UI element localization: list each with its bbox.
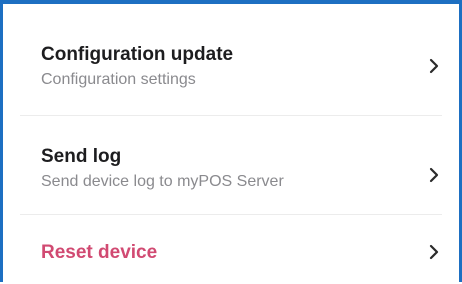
send-log-item[interactable]: Send log Send device log to myPOS Server bbox=[6, 115, 456, 214]
chevron-right-icon bbox=[428, 244, 440, 260]
settings-list: Configuration update Configuration setti… bbox=[6, 8, 456, 284]
configuration-update-subtitle: Configuration settings bbox=[41, 71, 196, 88]
send-log-subtitle: Send device log to myPOS Server bbox=[41, 173, 284, 190]
settings-panel: Configuration update Configuration setti… bbox=[0, 0, 462, 282]
chevron-right-icon bbox=[428, 167, 440, 183]
reset-device-title: Reset device bbox=[41, 242, 158, 263]
send-log-title: Send log bbox=[41, 146, 122, 167]
configuration-update-item[interactable]: Configuration update Configuration setti… bbox=[6, 8, 456, 115]
chevron-right-icon bbox=[428, 58, 440, 74]
configuration-update-title: Configuration update bbox=[41, 44, 234, 65]
reset-device-item[interactable]: Reset device bbox=[6, 214, 456, 284]
